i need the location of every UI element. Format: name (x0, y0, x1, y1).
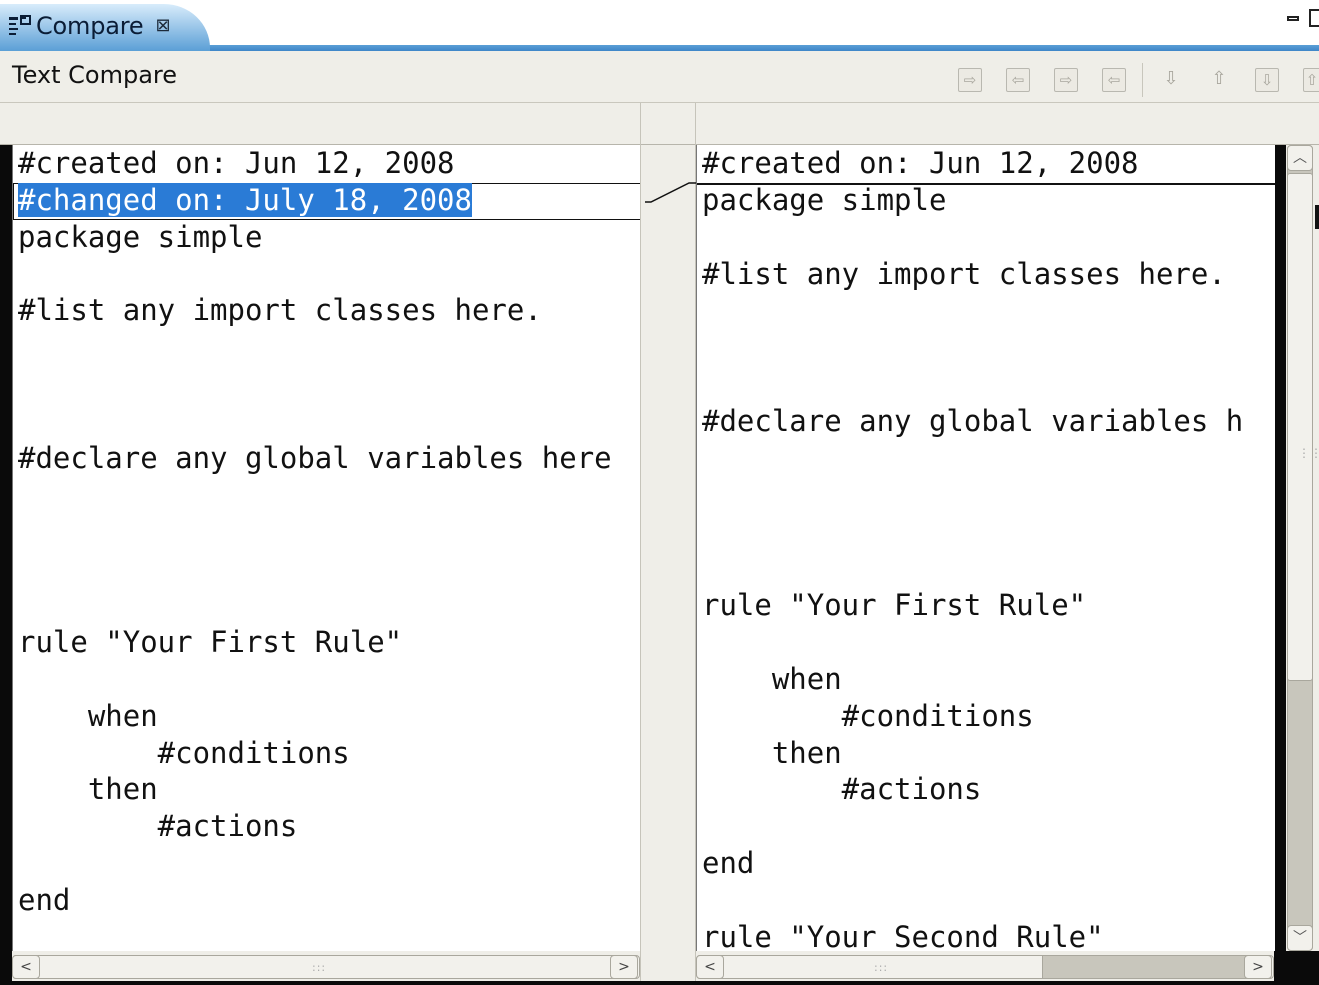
left-code-line: #created on: Jun 12, 2008 (18, 146, 455, 180)
scroll-down-button[interactable]: ﹀ (1287, 925, 1313, 951)
overview-marker (1315, 205, 1319, 229)
selected-difference-text: #changed on: July 18, 2008 (18, 182, 472, 217)
next-difference-icon[interactable]: ⇩ (1159, 68, 1183, 92)
maximize-icon[interactable] (1309, 9, 1319, 27)
right-hscroll-right-button[interactable]: > (1244, 955, 1272, 979)
right-code-line: then (702, 735, 842, 770)
right-code-line: #actions (702, 772, 982, 807)
left-code-line: when (18, 698, 158, 733)
compare-header: Text Compare ⇨ ⇦ ⇨ ⇦ ⇩ ⇧ ⇩ ⇧ (0, 51, 1319, 103)
left-code-line: end (18, 883, 71, 917)
page-title: Text Compare (12, 61, 178, 89)
view-controls (1287, 6, 1319, 30)
left-code-line: rule "Your First Rule" (18, 625, 403, 660)
toolbar-separator (1142, 63, 1143, 97)
right-code-line: rule "Your Second Rule" (702, 919, 1104, 951)
previous-change-icon[interactable]: ⇧ (1303, 68, 1319, 92)
right-code-line: rule "Your First Rule" (702, 588, 1087, 623)
copy-all-left-to-right-icon[interactable]: ⇨ (958, 68, 982, 92)
left-code-line: #conditions (18, 735, 350, 770)
vertical-scrollbar[interactable]: ⋮⋮ ︿ ﹀ (1286, 145, 1319, 951)
previous-difference-icon[interactable]: ⇧ (1207, 68, 1231, 92)
left-code-line: #declare any global variables here (18, 440, 612, 475)
difference-connector (645, 182, 697, 203)
copy-all-right-to-left-icon[interactable]: ⇦ (1006, 68, 1030, 92)
right-text-pane[interactable]: #created on: Jun 12, 2008 package simple #… (696, 145, 1275, 951)
close-icon[interactable]: ⊠ (155, 15, 170, 36)
compare-editor-window: Compare ⊠ Text Compare ⇨ ⇦ ⇨ ⇦ ⇩ ⇧ ⇩ ⇧ #… (0, 0, 1319, 985)
scroll-up-button[interactable]: ︿ (1287, 145, 1313, 171)
tab-compare[interactable]: Compare ⊠ (0, 4, 210, 51)
pane-header-divider (695, 103, 696, 145)
left-code-line: #actions (18, 809, 298, 844)
left-code-line: #list any import classes here. (18, 293, 542, 328)
right-hscroll-left-button[interactable]: < (696, 955, 724, 979)
left-code-line: package simple (18, 219, 263, 254)
pane-header-divider (640, 103, 641, 145)
right-hscroll-grip: ::: (874, 961, 889, 974)
left-hscroll-right-button[interactable]: > (610, 955, 638, 979)
compare-editor-icon (9, 14, 31, 35)
copy-current-right-to-left-icon[interactable]: ⇦ (1102, 68, 1126, 92)
right-hscroll-thumb[interactable] (1042, 955, 1246, 979)
scroll-grip: ⋮⋮ (1298, 446, 1319, 460)
right-code-line: package simple (702, 182, 947, 217)
right-code-line: #created on: Jun 12, 2008 (702, 146, 1139, 180)
right-code-line: end (702, 846, 755, 881)
minimize-icon[interactable] (1287, 15, 1299, 21)
window-bottom-edge (0, 981, 1319, 985)
left-code-line: then (18, 772, 158, 807)
vertical-scroll-thumb[interactable]: ⋮⋮ (1287, 173, 1319, 681)
center-gutter (640, 145, 697, 981)
left-text-pane[interactable]: #created on: Jun 12, 2008 #changed on: Ju… (12, 145, 641, 951)
next-change-icon[interactable]: ⇩ (1255, 68, 1279, 92)
compare-toolbar: ⇨ ⇦ ⇨ ⇦ ⇩ ⇧ ⇩ ⇧ (958, 63, 1319, 97)
left-code-line: #changed on: July 18, 2008 (18, 182, 472, 219)
tab-strip: Compare ⊠ (0, 0, 1319, 51)
left-horizontal-scrollbar[interactable]: < ::: > (12, 951, 640, 981)
right-code-line: when (702, 661, 842, 696)
right-code-line: #declare any global variables h (702, 403, 1244, 438)
pane-header-band (0, 103, 1319, 145)
right-code-line: #conditions (702, 698, 1034, 733)
right-horizontal-scrollbar[interactable]: < ::: > (696, 951, 1274, 981)
left-hscroll-grip: ::: (312, 961, 327, 974)
left-hscroll-left-button[interactable]: < (12, 955, 40, 979)
tab-compare-label: Compare (36, 11, 144, 40)
copy-current-left-to-right-icon[interactable]: ⇨ (1054, 68, 1078, 92)
right-code-line: #list any import classes here. (702, 256, 1226, 291)
